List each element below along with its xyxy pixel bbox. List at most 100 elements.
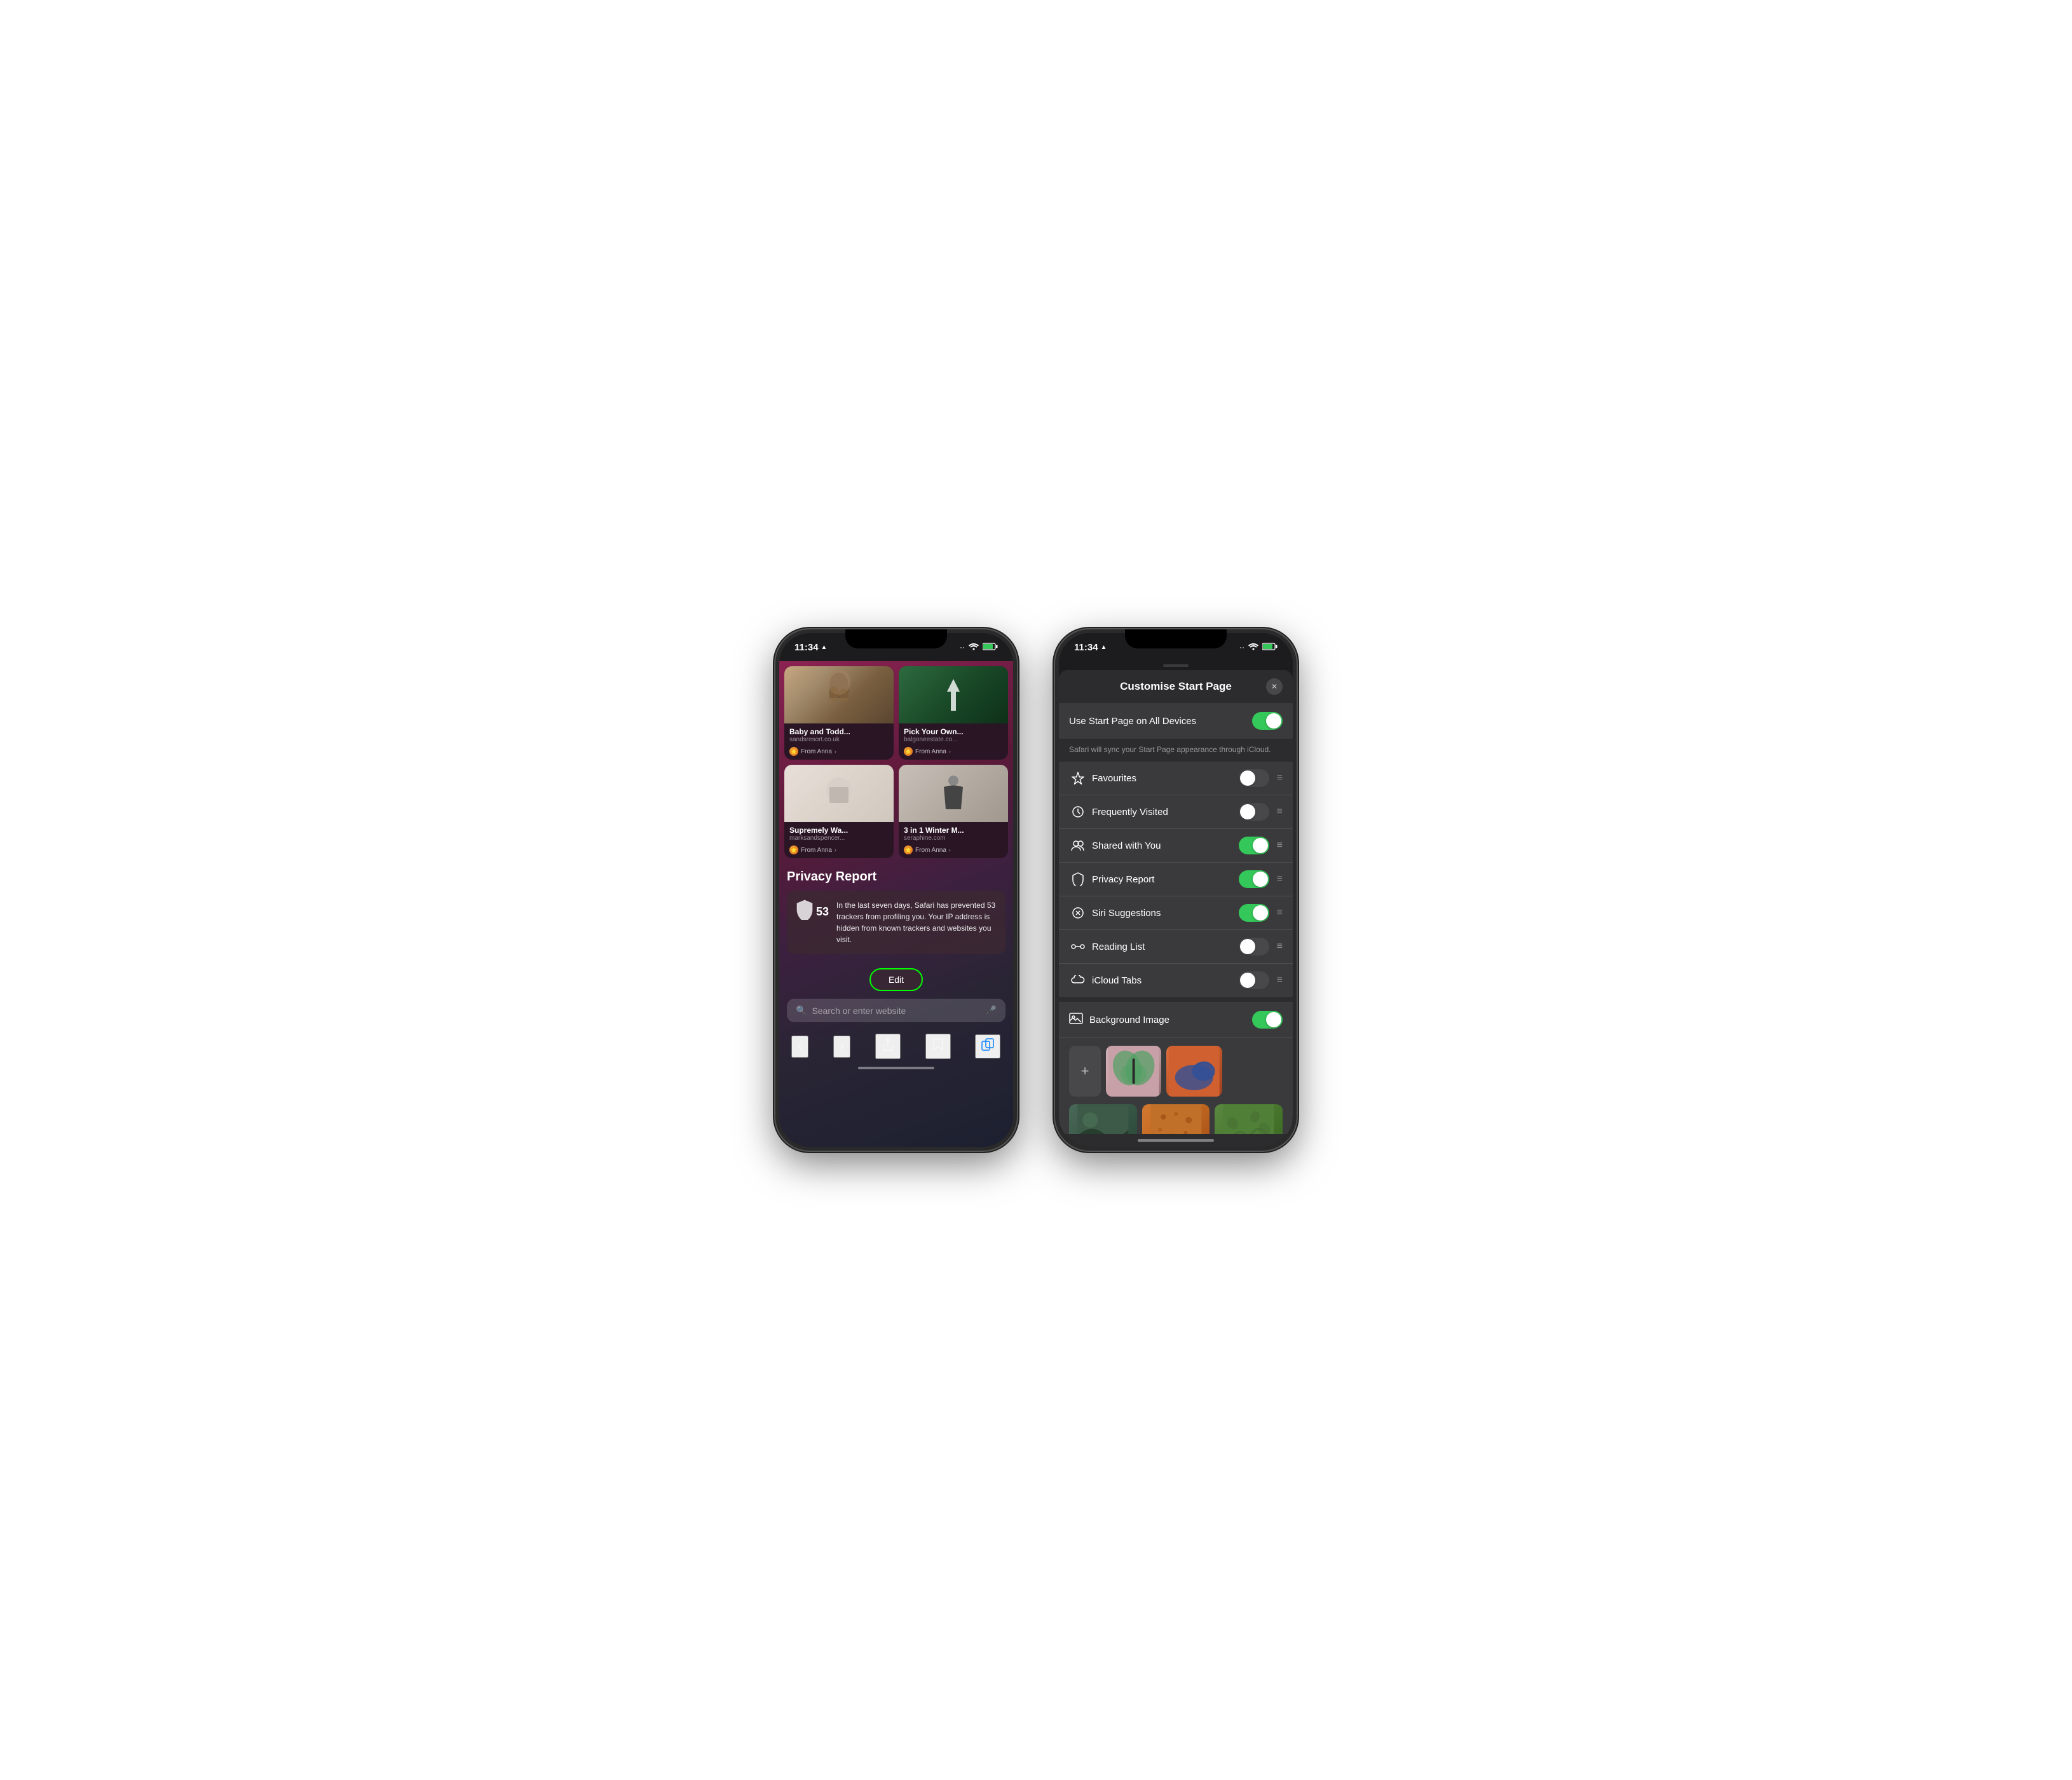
siri-suggestions-toggle[interactable] (1239, 904, 1269, 922)
bg-thumb-orange[interactable] (1142, 1104, 1210, 1134)
chevron-3: › (835, 847, 836, 853)
frequently-visited-label: Frequently Visited (1087, 807, 1239, 818)
bg-toggle[interactable] (1252, 1011, 1283, 1029)
avatar-1: 🌟 (789, 747, 798, 756)
icloud-tabs-item[interactable]: iCloud Tabs ≡ (1059, 964, 1293, 997)
location-icon-2: ▲ (1101, 644, 1107, 651)
shared-card-1[interactable]: Baby and Todd... sandsresort.co.uk 🌟 Fro… (784, 666, 894, 760)
frequently-visited-controls: ≡ (1239, 803, 1283, 821)
search-bar[interactable]: 🔍 Search or enter website 🎤 (787, 999, 1005, 1022)
battery-icon-2 (1262, 643, 1278, 652)
time-text-2: 11:34 (1074, 642, 1098, 653)
phone-2: 11:34 ▲ ·· (1055, 629, 1297, 1151)
privacy-report-toggle[interactable] (1239, 870, 1269, 888)
from-text-2: From Anna (915, 748, 946, 755)
edit-button[interactable]: Edit (869, 968, 923, 991)
panel-title: Customise Start Page (1120, 680, 1232, 693)
bg-thumb-teal[interactable] (1069, 1104, 1137, 1134)
card-title-2: Pick Your Own... (904, 727, 1003, 736)
home-indicator-2 (1059, 1134, 1293, 1147)
siri-suggestions-item[interactable]: Siri Suggestions ≡ (1059, 896, 1293, 930)
sync-label: Use Start Page on All Devices (1069, 716, 1196, 727)
card-url-3: marksandspencer... (789, 835, 889, 842)
home-bar-2 (1138, 1139, 1214, 1142)
search-placeholder: Search or enter website (812, 1006, 980, 1016)
chevron-2: › (949, 748, 951, 755)
card-from-3: 🌟 From Anna › (784, 844, 894, 858)
icloud-tabs-toggle[interactable] (1239, 971, 1269, 989)
reading-list-toggle[interactable] (1239, 938, 1269, 955)
chevron-1: › (835, 748, 836, 755)
shared-with-you-drag: ≡ (1277, 840, 1283, 851)
tabs-button[interactable] (975, 1034, 1000, 1058)
reading-list-controls: ≡ (1239, 938, 1283, 955)
sync-subtitle: Safari will sync your Start Page appeara… (1059, 740, 1293, 762)
privacy-report-icon (1069, 872, 1087, 886)
from-text-3: From Anna (801, 847, 832, 854)
favourites-controls: ≡ (1239, 769, 1283, 787)
shared-with-you-toggle[interactable] (1239, 837, 1269, 854)
card-title-3: Supremely Wa... (789, 826, 889, 835)
sync-toggle[interactable] (1252, 712, 1283, 730)
avatar-3: 🌟 (789, 846, 798, 854)
wifi-icon-1 (969, 643, 979, 652)
notch-2 (1125, 629, 1227, 648)
close-button[interactable]: ✕ (1266, 678, 1283, 695)
bg-image-icon (1069, 1013, 1083, 1027)
card-title-1: Baby and Todd... (789, 727, 889, 736)
avatar-2: 🌟 (904, 747, 913, 756)
shared-card-3[interactable]: Supremely Wa... marksandspencer... 🌟 Fro… (784, 765, 894, 858)
icloud-tabs-controls: ≡ (1239, 971, 1283, 989)
privacy-title: Privacy Report (787, 870, 1005, 884)
card-info-4: 3 in 1 Winter M... seraphine.com (899, 822, 1008, 844)
privacy-card: 53 In the last seven days, Safari has pr… (787, 891, 1005, 954)
share-button[interactable] (875, 1034, 901, 1059)
card-image-green (899, 666, 1008, 723)
card-url-1: sandsresort.co.uk (789, 736, 889, 743)
home-indicator-1 (779, 1062, 1013, 1074)
mic-icon: 🎤 (986, 1005, 997, 1016)
reading-list-drag: ≡ (1277, 941, 1283, 952)
phone1-content: Baby and Todd... sandsresort.co.uk 🌟 Fro… (779, 661, 1013, 1147)
bg-thumb-butterfly[interactable] (1106, 1046, 1161, 1097)
shared-grid: Baby and Todd... sandsresort.co.uk 🌟 Fro… (779, 661, 1013, 863)
reading-list-item[interactable]: Reading List ≡ (1059, 930, 1293, 964)
forward-button[interactable]: › (833, 1036, 850, 1058)
bookmarks-button[interactable] (925, 1034, 951, 1059)
bg-label: Background Image (1089, 1015, 1252, 1025)
favourites-item[interactable]: Favourites ≡ (1059, 762, 1293, 795)
from-text-4: From Anna (915, 847, 946, 854)
privacy-report-controls: ≡ (1239, 870, 1283, 888)
sync-row: Use Start Page on All Devices (1059, 703, 1293, 739)
status-icons-2: ·· (1239, 643, 1278, 652)
icloud-tabs-label: iCloud Tabs (1087, 975, 1239, 986)
back-button[interactable]: ‹ (791, 1036, 808, 1058)
add-image-button[interactable]: + (1069, 1046, 1101, 1097)
privacy-report-item[interactable]: Privacy Report ≡ (1059, 863, 1293, 896)
card-url-2: balgoneestate.co... (904, 736, 1003, 743)
favourites-drag: ≡ (1277, 772, 1283, 784)
frequently-visited-item[interactable]: Frequently Visited ≡ (1059, 795, 1293, 829)
shared-card-2[interactable]: Pick Your Own... balgoneestate.co... 🌟 F… (899, 666, 1008, 760)
shield-icon (796, 900, 814, 924)
frequently-visited-toggle[interactable] (1239, 803, 1269, 821)
wifi-dots-2: ·· (1239, 643, 1244, 652)
favourites-toggle[interactable] (1239, 769, 1269, 787)
frequently-visited-icon (1069, 805, 1087, 818)
bottom-nav: ‹ › (779, 1029, 1013, 1062)
bg-thumb-green[interactable] (1215, 1104, 1283, 1134)
shared-with-you-item[interactable]: Shared with You ≡ (1059, 829, 1293, 863)
privacy-text: In the last seven days, Safari has preve… (836, 900, 997, 945)
bg-thumb-rhino[interactable] (1166, 1046, 1222, 1097)
frequently-visited-drag: ≡ (1277, 806, 1283, 818)
notch (845, 629, 947, 648)
status-time-2: 11:34 ▲ (1074, 642, 1107, 653)
privacy-report-label: Privacy Report (1087, 874, 1239, 885)
bg-header-row: Background Image (1059, 1002, 1293, 1038)
wifi-icon-2 (1248, 643, 1258, 652)
shared-card-4[interactable]: 3 in 1 Winter M... seraphine.com 🌟 From … (899, 765, 1008, 858)
reading-list-label: Reading List (1087, 941, 1239, 952)
edit-btn-container: Edit (779, 961, 1013, 999)
wifi-dots: ·· (960, 643, 965, 652)
siri-suggestions-controls: ≡ (1239, 904, 1283, 922)
